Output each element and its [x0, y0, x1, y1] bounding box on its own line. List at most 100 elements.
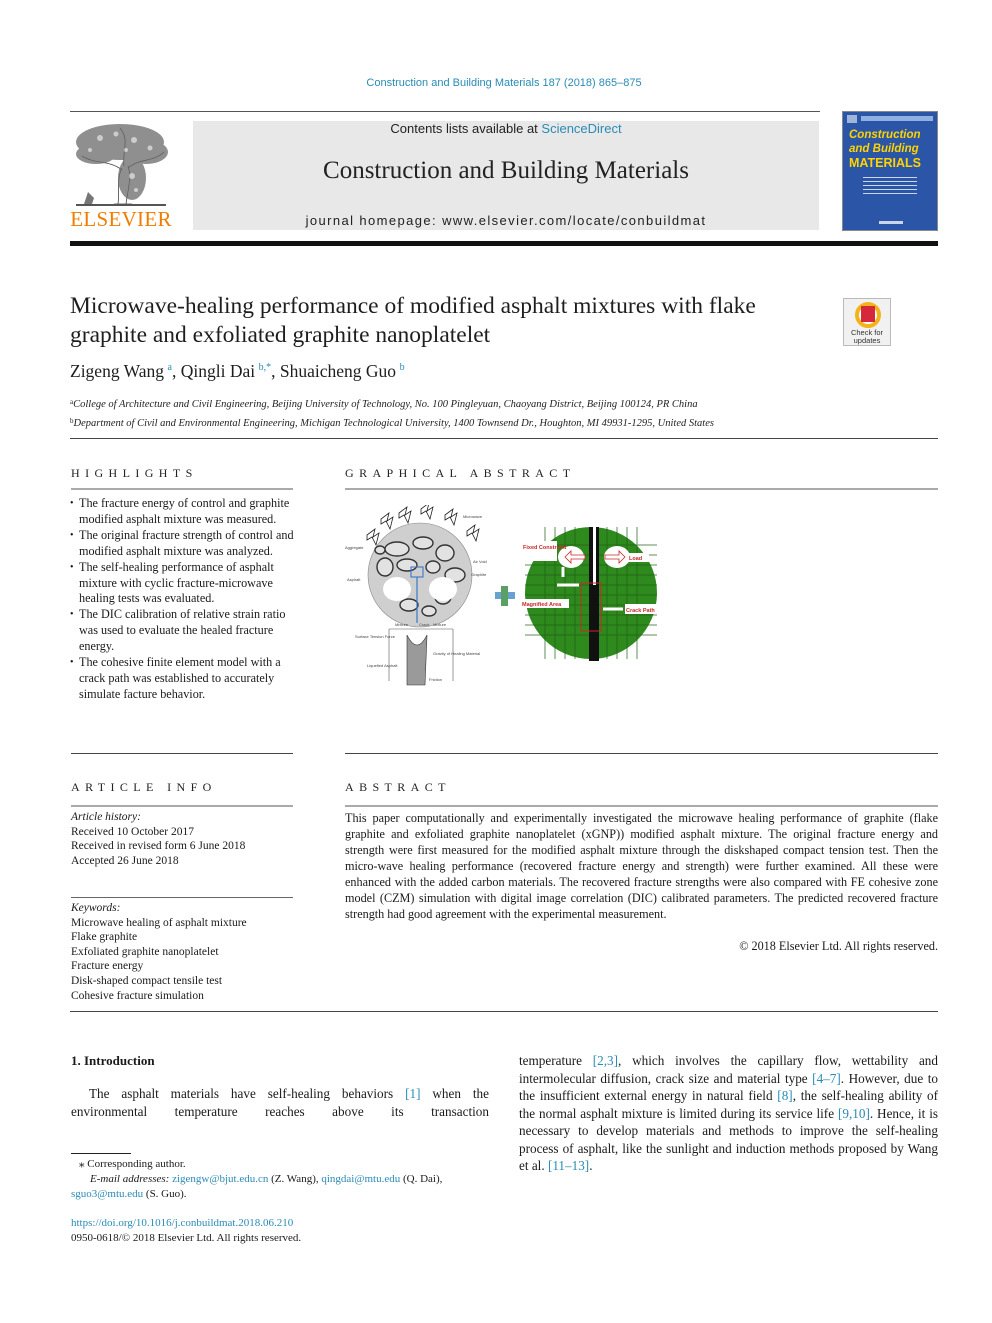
plus-icon [495, 586, 515, 606]
elsevier-logo[interactable]: ELSEVIER [70, 120, 172, 232]
highlights-list: The fracture energy of control and graph… [70, 496, 296, 703]
label-mixture-left: Mixture [395, 622, 409, 627]
label-microwave: Microwave [463, 514, 483, 519]
divider [345, 805, 938, 807]
elsevier-wordmark: ELSEVIER [70, 207, 172, 231]
check-for-updates-button[interactable]: Check for updates [843, 298, 891, 346]
highlight-item: The cohesive finite element model with a… [70, 655, 296, 703]
keyword-item: Flake graphite [71, 931, 138, 944]
article-title: Microwave-healing performance of modifie… [70, 293, 756, 348]
crossmark-label: Check for updates [850, 328, 884, 345]
journal-name: Construction and Building Materials [323, 157, 689, 184]
label-mixture-right: Mixture [433, 622, 447, 627]
history-item: Accepted 26 June 2018 [71, 854, 179, 867]
cover-elsevier-icon [847, 115, 857, 123]
section-heading-introduction: 1. Introduction [71, 1053, 155, 1068]
highlight-item: The fracture energy of control and graph… [70, 496, 296, 528]
author-affil-link[interactable]: b,* [259, 362, 272, 373]
header-rule [70, 111, 820, 112]
label-gravity: Gravity of Healing Material [433, 651, 480, 656]
label-fixed-constraint: Fixed Constraint [523, 545, 567, 551]
label-aggregate: Aggregate [345, 545, 364, 550]
keyword-item: Cohesive fracture simulation [71, 989, 204, 1002]
cover-title-line3: MATERIALS [849, 156, 921, 170]
intro-paragraph-left: The asphalt materials have self-healing … [71, 1086, 489, 1119]
label-surface-tension: Surface Tension Force [355, 634, 396, 639]
article-history: Article history: Received 10 October 201… [71, 810, 296, 868]
citation-link[interactable]: [8] [777, 1088, 792, 1103]
citation-link[interactable]: [2,3] [593, 1053, 618, 1068]
abstract-text: This paper computationally and experimen… [345, 811, 938, 921]
citation-link[interactable]: [1] [405, 1086, 420, 1101]
abstract-copyright: © 2018 Elsevier Ltd. All rights reserved… [739, 939, 938, 953]
label-load: Load [629, 556, 642, 562]
footnotes: ⁎ Corresponding author. E-mail addresses… [71, 1157, 491, 1202]
sciencedirect-link[interactable]: ScienceDirect [541, 121, 621, 136]
email-link[interactable]: zigengw@bjut.edu.cn [172, 1173, 268, 1185]
email-link[interactable]: sguo3@mtu.edu [71, 1188, 143, 1200]
citation-link[interactable]: [9,10] [838, 1106, 870, 1121]
email-link[interactable]: qingdai@mtu.edu [321, 1173, 400, 1185]
author-name: Qingli Dai [180, 361, 256, 381]
label-air-void: Air Void [473, 559, 487, 564]
history-item: Received 10 October 2017 [71, 825, 194, 838]
keywords-label: Keywords: [71, 902, 121, 914]
graphical-abstract-heading: GRAPHICAL ABSTRACT [345, 466, 576, 480]
label-crack-path: Crack Path [626, 608, 655, 614]
journal-citation-link[interactable]: Construction and Building Materials 187 … [0, 77, 992, 89]
corresponding-author-note: ⁎ Corresponding author. [79, 1158, 186, 1170]
highlights-heading: HIGHLIGHTS [71, 466, 198, 480]
journal-banner: Contents lists available at ScienceDirec… [193, 121, 819, 230]
keyword-item: Microwave healing of asphalt mixture [71, 916, 247, 929]
crack-detail-diagram: Mixture Crack Mixture Surface Tension Fo… [355, 622, 480, 686]
label-friction: Friction [429, 677, 442, 682]
email-addresses: E-mail addresses: zigengw@bjut.edu.cn (Z… [90, 1173, 443, 1185]
email-addresses-cont: sguo3@mtu.edu (S. Guo). [71, 1188, 187, 1200]
affiliations: aCollege of Architecture and Civil Engin… [70, 394, 714, 432]
highlight-item: The original fracture strength of contro… [70, 528, 296, 560]
affiliation-item: aCollege of Architecture and Civil Engin… [70, 398, 698, 410]
highlight-item: The self-healing performance of asphalt … [70, 560, 296, 608]
author-name: Shuaicheng Guo [279, 361, 397, 381]
divider [71, 897, 293, 898]
affiliation-item: bDepartment of Civil and Environmental E… [70, 417, 714, 429]
author-affil-link[interactable]: b [400, 362, 405, 373]
article-history-label: Article history: [71, 811, 141, 823]
keywords: Keywords: Microwave healing of asphalt m… [71, 901, 296, 1003]
article-info-heading: ARTICLE INFO [71, 780, 217, 794]
author-list: Zigeng Wang a, Qingli Dai b,*, Shuaichen… [70, 361, 405, 381]
abstract-heading: ABSTRACT [345, 780, 451, 794]
label-asphalt: Asphalt [347, 577, 361, 582]
intro-paragraph-right: temperature [2,3], which involves the ca… [519, 1053, 939, 1173]
label-magnified-area: Magnified Area [522, 602, 562, 608]
history-item: Received in revised form 6 June 2018 [71, 840, 246, 853]
divider [345, 488, 938, 490]
divider [71, 805, 293, 807]
header-thick-rule [70, 241, 938, 246]
elsevier-tree-icon [76, 124, 168, 206]
doi-block: https://doi.org/10.1016/j.conbuildmat.20… [71, 1216, 301, 1246]
issn-copyright: 0950-0618/© 2018 Elsevier Ltd. All right… [71, 1232, 302, 1244]
divider [70, 438, 938, 439]
divider [345, 753, 938, 754]
doi-link[interactable]: https://doi.org/10.1016/j.conbuildmat.20… [71, 1217, 293, 1229]
journal-homepage-link[interactable]: journal homepage: www.elsevier.com/locat… [193, 213, 819, 228]
journal-cover-image[interactable]: Construction and Building MATERIALS [842, 111, 938, 231]
cover-title-line1: Construction [849, 129, 921, 141]
keyword-item: Exfoliated graphite nanoplatelet [71, 945, 219, 958]
label-crack: Crack [419, 622, 429, 627]
author-affil-link[interactable]: a [168, 362, 172, 373]
label-liquefied-asphalt: Liquefied Asphalt [367, 663, 398, 668]
graphical-abstract-figure[interactable]: Microwave Aggregate Air Void Asphalt Gra… [345, 505, 675, 690]
contents-line: Contents lists available at ScienceDirec… [193, 121, 819, 136]
divider [71, 753, 293, 754]
divider [70, 1011, 938, 1012]
keyword-item: Fracture energy [71, 960, 144, 973]
citation-link[interactable]: [4–7] [812, 1071, 841, 1086]
label-graphite: Graphite [471, 572, 487, 577]
cover-title-line2: and Building [849, 143, 919, 155]
contents-prefix: Contents lists available at [390, 121, 542, 136]
email-label: E-mail addresses: [90, 1173, 170, 1185]
citation-link[interactable]: [11–13] [548, 1158, 589, 1173]
keyword-item: Disk-shaped compact tensile test [71, 974, 223, 987]
